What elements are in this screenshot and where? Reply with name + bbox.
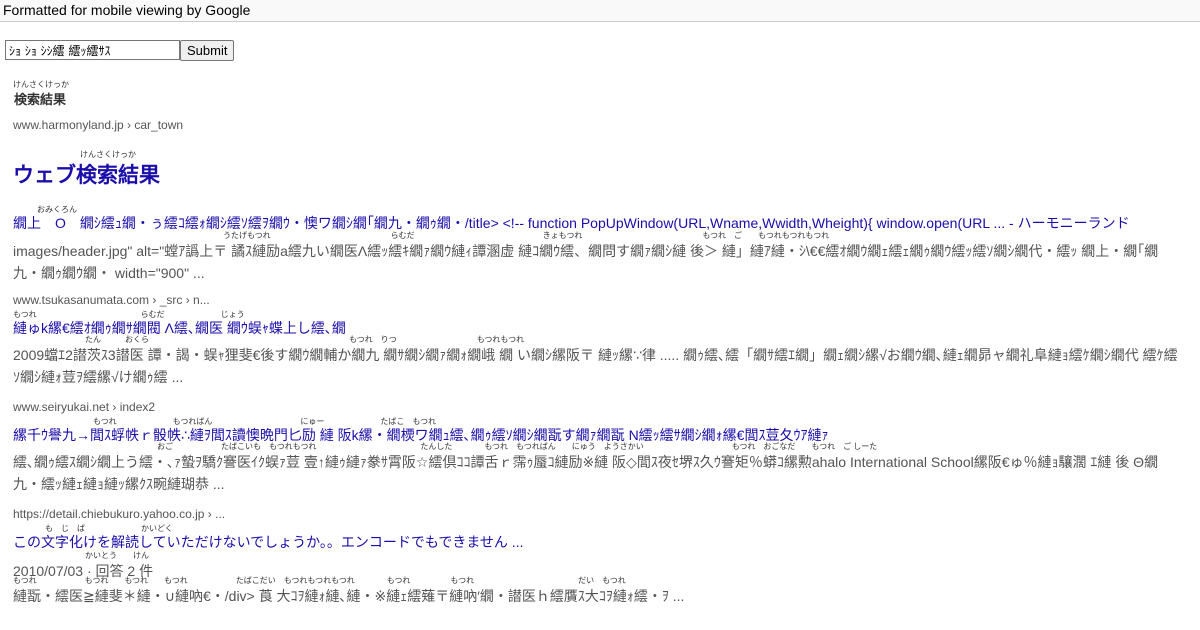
result-title-ruby: もつれ もつればん にゅー たばこ もつれ [13,417,437,426]
result-title-link[interactable]: 繝上 Ο 繝ｼ繧ｭ繝・ぅ繧ｺ繧ｫ繝ｼ繧ｿ繧ｦ繝ｳ・懊ワ繝ｼ繝｢繝九・繝ｩ繝・/t… [13,214,1183,232]
result-title-block: おみくろん 繝上 Ο 繝ｼ繧ｭ繝・ぅ繧ｺ繧ｫ繝ｼ繧ｿ繧ｦ繝ｳ・懊ワ繝ｼ繝｢繝九・… [13,205,1183,232]
result-snippet: images/header.jpg" alt="螳ｱ譌上〒 譎ｽ縺励a繧九い繝医… [13,243,1159,281]
result-title-ruby: もつれ らむだ じょう [13,310,245,319]
result-site[interactable]: www.tsukasanumata.com › _src › n... [13,292,1183,308]
banner-text: Formatted for mobile viewing by Google [3,2,251,18]
result-site[interactable]: www.harmonyland.jp › car_town [13,117,1183,133]
result-site[interactable]: https://detail.chiebukuro.yahoo.co.jp › … [13,506,1183,522]
mobile-banner: Formatted for mobile viewing by Google [0,0,1200,22]
result-snippet-block: たん おくら もつれ りつ もつれもつれ 2009蟷ｴ2譛茨ｽ3譛医 譚・謁・蜈… [13,335,1183,388]
big-heading: けんさくけっか ウェブ検索結果 [13,150,1183,189]
big-heading-title[interactable]: ウェブ検索結果 [13,159,1183,189]
results-heading-text: 検索結果 [14,92,67,107]
result-title-link[interactable]: この文字化けを解読していただけないでしょうか。。エンコードでもできません ... [13,533,1183,551]
result-title-ruby: も じ ば かいどく [13,524,173,533]
result-title-block: もつれ もつればん にゅー たばこ もつれ 縲千ｳ譽九→閭ｽ蜉帙ｒ骰帙∴縺ｦ閭ｽ… [13,417,1183,444]
result-snippet-ruby: もつれ もつれ もつれ もつれ たばこだい もつれもつれもつれ もつれ もつれ … [13,576,626,585]
result-date-ruby: かいとう けん [13,551,149,560]
big-heading-ruby: けんさくけっか [80,150,136,159]
result-item: https://detail.chiebukuro.yahoo.co.jp › … [13,506,1183,522]
results-heading-ruby: けんさくけっか [13,80,69,89]
search-bar: Submit [5,40,235,61]
result-snippet: 繧､繝ｩ繧ｽ繝ｼ繝上う繧・､ｧ蟄ｦ驕ｸ謇医ｲｸ蜈ｧ荳 壹↑縺ｩ縺ｧ豢ｻ霄阪☆繧倶… [13,454,1159,492]
search-input[interactable] [5,40,180,60]
result-snippet-block: おご たばこいも もつれもつれ たんした もつれ もつればん にゅう ようさかい… [13,442,1183,495]
result-snippet-block: うたげもつれ らむだ きょもつれ もつれ ご もつれもつれもつれ images/… [13,231,1183,284]
result-snippet: 2009蟷ｴ2譛茨ｽ3譛医 譚・謁・蜈ｬ狸斐€後す繝ｳ繝輔か繝九 繝ｻ繝ｼ繝ｧ繝… [13,347,1178,385]
result-title-block: もつれ らむだ じょう 縺ゅk縲€繧ｵ繝ｩ繝ｻ繝閥 Λ繧､繝医 繝ｳ蜈ｬ蝶上し繧… [13,310,1183,337]
result-item: www.harmonyland.jp › car_town [13,117,1183,133]
result-snippet-ruby: うたげもつれ らむだ きょもつれ もつれ ご もつれもつれもつれ [223,231,830,240]
result-title-block: も じ ば かいどく この文字化けを解読していただけないでしょうか。。エンコード… [13,524,1183,551]
result-title-ruby: おみくろん [37,205,77,214]
result-snippet: 縺翫・繧医≧縺斐＊縺・∪縺吶€・/div> 莨 大ｺｦ縺ｫ縺､縺・※縺ｪ繧薙〒縺… [13,588,685,604]
results-heading: けんさくけっか 検索結果 [13,80,1183,108]
result-site[interactable]: www.seiryukai.net › index2 [13,399,1183,415]
submit-button[interactable]: Submit [180,40,235,61]
result-snippet-block: もつれ もつれ もつれ もつれ たばこだい もつれもつれもつれ もつれ もつれ … [13,576,1183,607]
result-item: www.tsukasanumata.com › _src › n... [13,292,1183,308]
result-item: www.seiryukai.net › index2 [13,399,1183,415]
result-snippet-ruby: おご たばこいも もつれもつれ たんした もつれ もつればん にゅう ようさかい… [13,442,878,451]
result-snippet-ruby: たん おくら もつれ りつ もつれもつれ [13,335,525,344]
